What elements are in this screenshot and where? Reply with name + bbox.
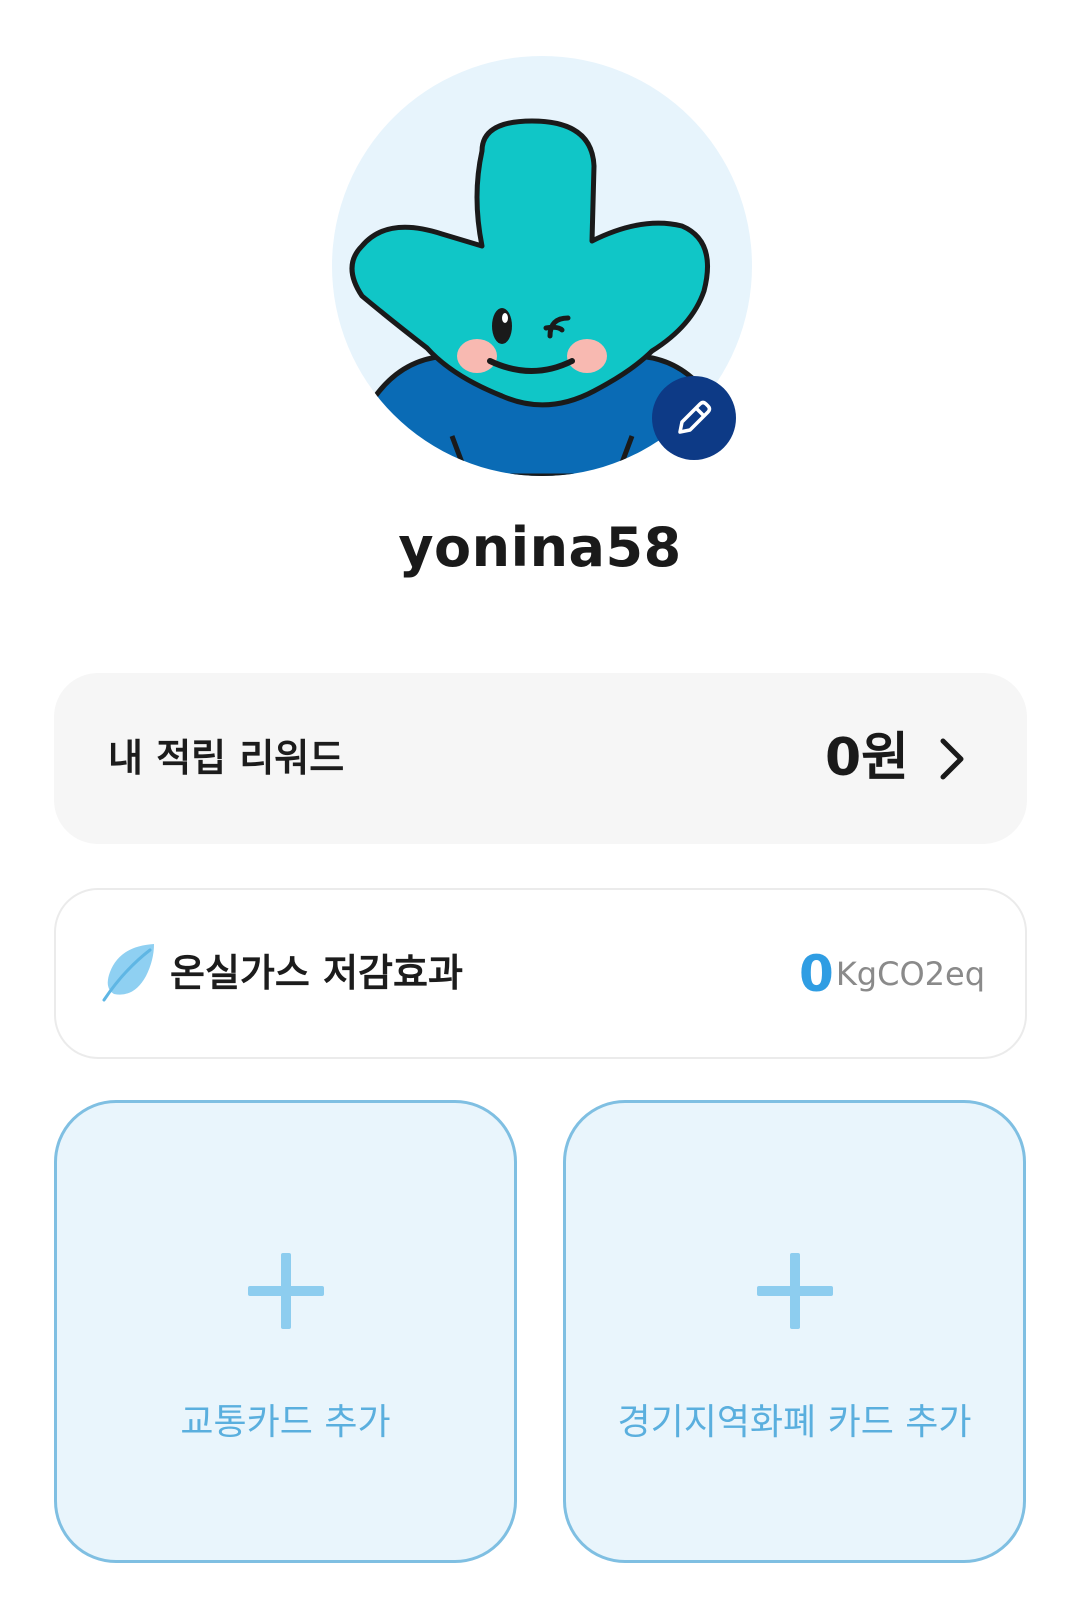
carbon-unit: KgCO2eq	[835, 955, 985, 993]
profile-avatar-container	[332, 56, 752, 476]
carbon-reduction-card: 온실가스 저감효과 0KgCO2eq	[54, 888, 1027, 1059]
chevron-right-icon	[940, 738, 964, 780]
leaf-icon	[102, 944, 154, 1002]
add-transit-card-button[interactable]: 교통카드 추가	[54, 1100, 517, 1563]
carbon-label: 온실가스 저감효과	[170, 951, 463, 995]
pencil-icon	[678, 400, 712, 434]
carbon-amount: 0	[799, 945, 834, 1003]
add-local-currency-card-button[interactable]: 경기지역화폐 카드 추가	[563, 1100, 1026, 1563]
reward-card[interactable]: 내 적립 리워드 0원	[54, 673, 1027, 844]
add-local-currency-card-label: 경기지역화폐 카드 추가	[617, 1402, 972, 1443]
plus-icon	[756, 1253, 833, 1329]
username: yonina58	[398, 516, 682, 579]
reward-value: 0원	[824, 728, 909, 788]
reward-label: 내 적립 리워드	[108, 736, 345, 780]
carbon-value: 0KgCO2eq	[799, 890, 985, 1057]
add-transit-card-label: 교통카드 추가	[180, 1402, 391, 1443]
plus-icon	[247, 1253, 324, 1329]
edit-profile-button[interactable]	[652, 376, 736, 460]
